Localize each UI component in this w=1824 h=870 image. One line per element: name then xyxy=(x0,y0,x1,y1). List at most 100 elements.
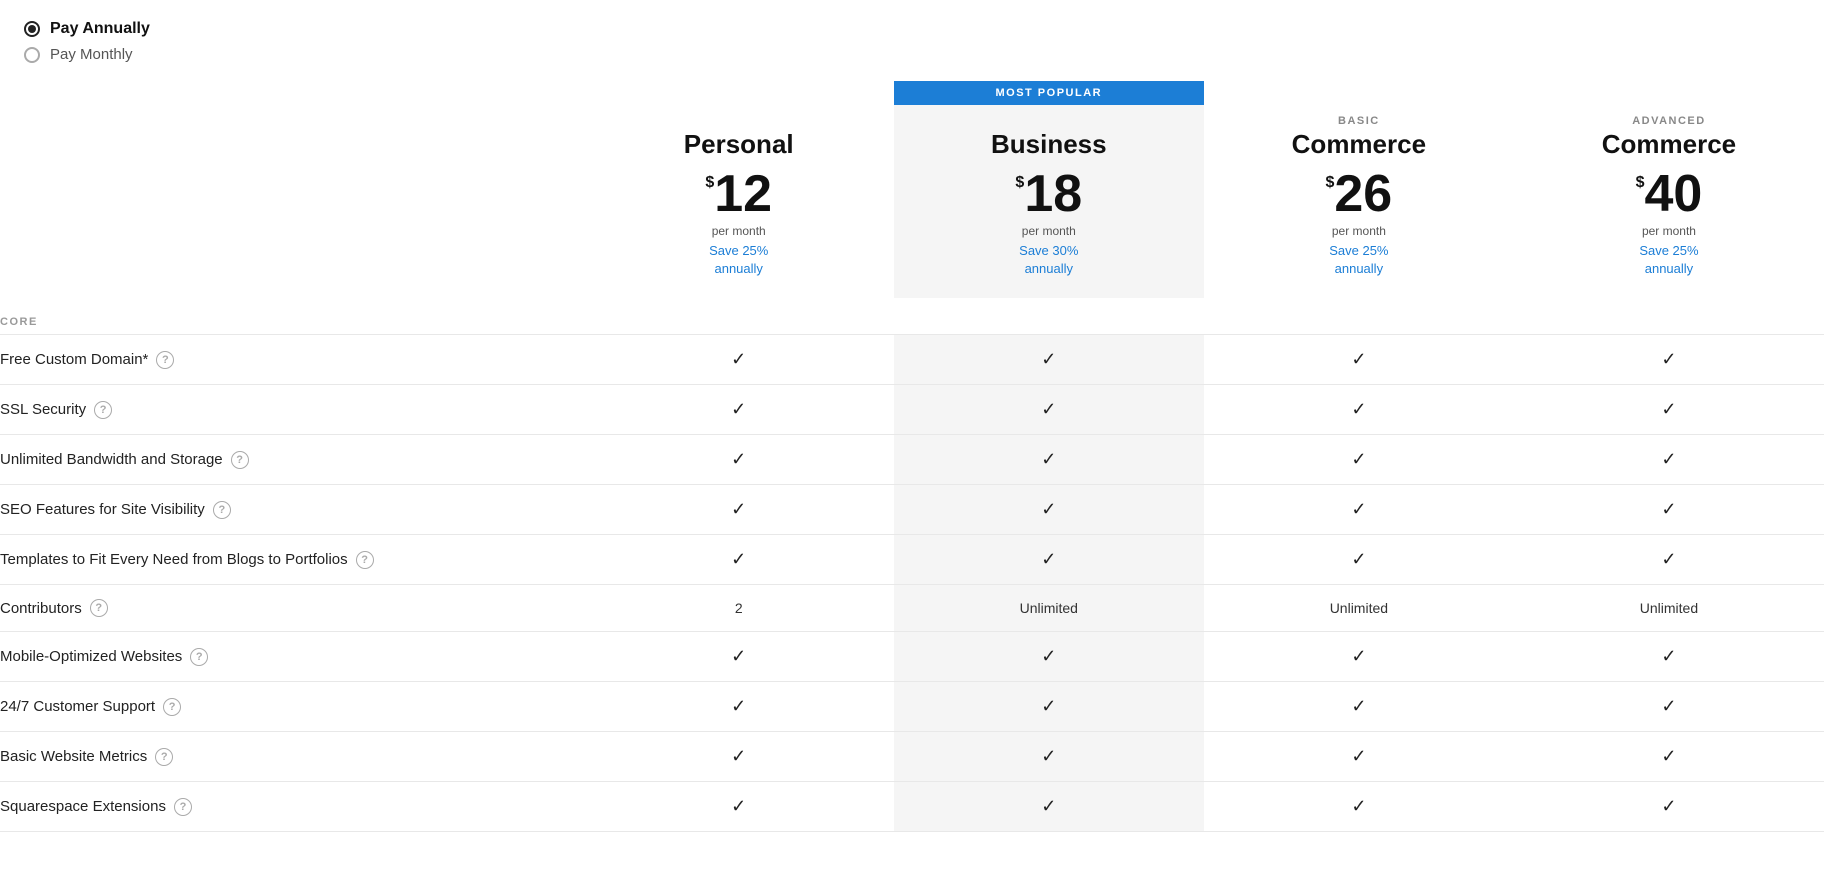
feature-value-cell: Unlimited xyxy=(894,585,1204,632)
business-dollar: $ xyxy=(1015,174,1024,192)
plan-header-row: Personal $ 12 per month Save 25%annually… xyxy=(0,81,1824,298)
feature-value-cell: ✓ xyxy=(894,732,1204,782)
personal-dollar: $ xyxy=(705,174,714,192)
help-icon[interactable]: ? xyxy=(163,698,181,716)
checkmark-icon: ✓ xyxy=(1351,449,1366,469)
feature-name: Templates to Fit Every Need from Blogs t… xyxy=(0,551,348,568)
help-icon[interactable]: ? xyxy=(190,648,208,666)
feature-value-cell: ✓ xyxy=(894,335,1204,385)
feature-value-cell: 2 xyxy=(584,585,894,632)
checkmark-icon: ✓ xyxy=(1041,549,1056,569)
personal-plan-name: Personal xyxy=(594,129,884,160)
checkmark-icon: ✓ xyxy=(1351,499,1366,519)
advanced-commerce-dollar: $ xyxy=(1636,174,1645,192)
feature-value-cell: ✓ xyxy=(1514,385,1824,435)
feature-value-cell: ✓ xyxy=(1514,435,1824,485)
checkmark-icon: ✓ xyxy=(1351,746,1366,766)
feature-name-cell: Unlimited Bandwidth and Storage? xyxy=(0,435,584,485)
checkmark-icon: ✓ xyxy=(1661,499,1676,519)
feature-value-cell: ✓ xyxy=(1204,732,1514,782)
feature-value-cell: ✓ xyxy=(1514,732,1824,782)
feature-name: SEO Features for Site Visibility xyxy=(0,501,205,518)
annually-label: Pay Annually xyxy=(50,20,150,38)
table-row: Mobile-Optimized Websites?✓✓✓✓ xyxy=(0,632,1824,682)
business-price: 18 xyxy=(1024,168,1082,220)
help-icon[interactable]: ? xyxy=(231,451,249,469)
table-row: Unlimited Bandwidth and Storage?✓✓✓✓ xyxy=(0,435,1824,485)
feature-value-cell: ✓ xyxy=(1514,682,1824,732)
feature-name-cell: 24/7 Customer Support? xyxy=(0,682,584,732)
annually-radio[interactable] xyxy=(24,21,40,37)
feature-value-cell: ✓ xyxy=(1514,535,1824,585)
feature-value-cell: ✓ xyxy=(584,335,894,385)
feature-name-cell: Templates to Fit Every Need from Blogs t… xyxy=(0,535,584,585)
help-icon[interactable]: ? xyxy=(356,551,374,569)
checkmark-icon: ✓ xyxy=(1041,399,1056,419)
feature-name: Basic Website Metrics xyxy=(0,748,147,765)
feature-value-cell: ✓ xyxy=(584,682,894,732)
help-icon[interactable]: ? xyxy=(90,599,108,617)
help-icon[interactable]: ? xyxy=(155,748,173,766)
help-icon[interactable]: ? xyxy=(174,798,192,816)
core-section-label-row: CORE xyxy=(0,298,1824,335)
checkmark-icon: ✓ xyxy=(1351,646,1366,666)
feature-name-cell: Squarespace Extensions? xyxy=(0,782,584,832)
basic-commerce-price: 26 xyxy=(1334,168,1392,220)
plan-header-business: MOST POPULAR Business $ 18 per month Sav… xyxy=(894,81,1204,298)
monthly-radio[interactable] xyxy=(24,47,40,63)
billing-toggle: Pay Annually Pay Monthly xyxy=(0,0,1824,81)
checkmark-icon: ✓ xyxy=(731,696,746,716)
core-section-label: CORE xyxy=(0,298,1824,335)
checkmark-icon: ✓ xyxy=(1351,696,1366,716)
checkmark-icon: ✓ xyxy=(1351,549,1366,569)
pay-annually-option[interactable]: Pay Annually xyxy=(24,20,1824,38)
help-icon[interactable]: ? xyxy=(213,501,231,519)
basic-commerce-per-month: per month xyxy=(1214,224,1504,238)
checkmark-icon: ✓ xyxy=(1041,696,1056,716)
checkmark-icon: ✓ xyxy=(731,646,746,666)
basic-commerce-save: Save 25%annually xyxy=(1214,242,1504,278)
feature-value-cell: ✓ xyxy=(894,632,1204,682)
table-row: Contributors?2UnlimitedUnlimitedUnlimite… xyxy=(0,585,1824,632)
checkmark-icon: ✓ xyxy=(731,746,746,766)
feature-value-cell: ✓ xyxy=(584,732,894,782)
feature-value-cell: ✓ xyxy=(1204,782,1514,832)
feature-name: 24/7 Customer Support xyxy=(0,698,155,715)
feature-name: SSL Security xyxy=(0,401,86,418)
checkmark-icon: ✓ xyxy=(1041,499,1056,519)
business-plan-name: Business xyxy=(904,129,1194,160)
feature-value-cell: ✓ xyxy=(584,782,894,832)
checkmark-icon: ✓ xyxy=(1041,796,1056,816)
checkmark-icon: ✓ xyxy=(731,499,746,519)
monthly-label: Pay Monthly xyxy=(50,46,133,63)
advanced-commerce-subtitle: ADVANCED xyxy=(1524,115,1814,127)
feature-value-cell: ✓ xyxy=(894,782,1204,832)
checkmark-icon: ✓ xyxy=(1661,449,1676,469)
checkmark-icon: ✓ xyxy=(1661,796,1676,816)
feature-value-cell: ✓ xyxy=(1204,435,1514,485)
feature-value-cell: Unlimited xyxy=(1514,585,1824,632)
checkmark-icon: ✓ xyxy=(1661,399,1676,419)
feature-name-cell: Contributors? xyxy=(0,585,584,632)
feature-value-cell: ✓ xyxy=(894,435,1204,485)
advanced-commerce-plan-name: Commerce xyxy=(1524,129,1814,160)
table-row: SSL Security?✓✓✓✓ xyxy=(0,385,1824,435)
feature-value-cell: ✓ xyxy=(1514,485,1824,535)
business-price-row: $ 18 xyxy=(904,168,1194,220)
help-icon[interactable]: ? xyxy=(156,351,174,369)
basic-commerce-dollar: $ xyxy=(1325,174,1334,192)
feature-name: Free Custom Domain* xyxy=(0,351,148,368)
checkmark-icon: ✓ xyxy=(1661,646,1676,666)
table-row: Templates to Fit Every Need from Blogs t… xyxy=(0,535,1824,585)
personal-per-month: per month xyxy=(594,224,884,238)
pay-monthly-option[interactable]: Pay Monthly xyxy=(24,46,1824,63)
basic-commerce-subtitle: BASIC xyxy=(1214,115,1504,127)
table-row: SEO Features for Site Visibility? ✓ ✓ ✓ ✓ xyxy=(0,485,1824,535)
checkmark-icon: ✓ xyxy=(1661,746,1676,766)
help-icon[interactable]: ? xyxy=(94,401,112,419)
feature-value-cell: ✓ xyxy=(584,485,894,535)
feature-text-value: Unlimited xyxy=(1330,600,1388,616)
checkmark-icon: ✓ xyxy=(1661,349,1676,369)
basic-commerce-plan-name: Commerce xyxy=(1214,129,1504,160)
checkmark-icon: ✓ xyxy=(1351,796,1366,816)
